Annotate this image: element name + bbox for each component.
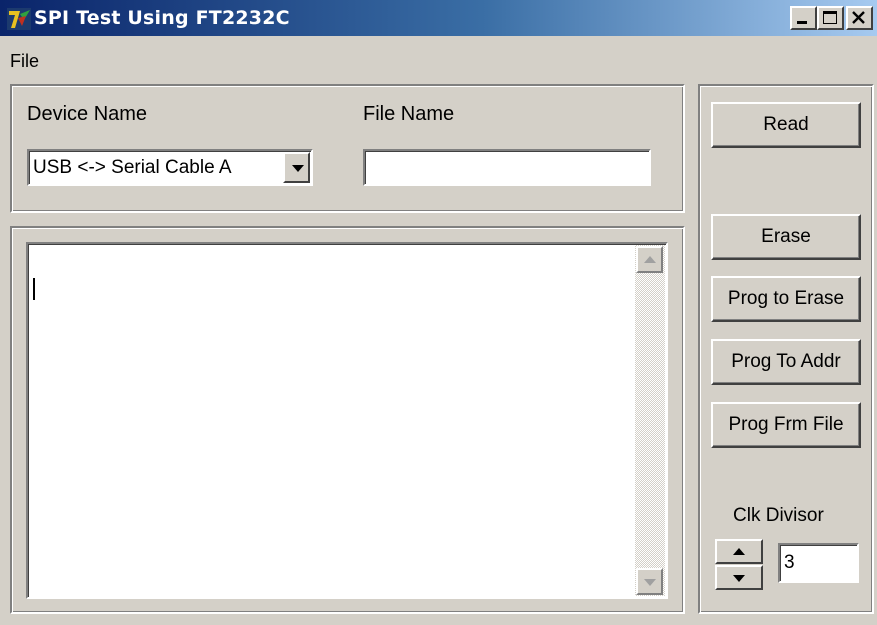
- device-name-select[interactable]: USB <-> Serial Cable A: [27, 149, 313, 186]
- close-icon: [852, 11, 865, 24]
- device-dropdown-button[interactable]: [283, 152, 310, 183]
- scroll-up-icon: [644, 256, 656, 263]
- file-name-input[interactable]: [363, 149, 651, 186]
- scroll-up-button[interactable]: [636, 246, 663, 273]
- text-caret: [33, 278, 35, 300]
- prog-to-addr-button[interactable]: Prog To Addr: [711, 339, 861, 385]
- window-title: SPI Test Using FT2232C: [34, 7, 290, 29]
- arrow-down-icon: [733, 575, 745, 582]
- read-button[interactable]: Read: [711, 102, 861, 148]
- menu-bar: File: [0, 38, 877, 78]
- delphi-icon: [7, 8, 31, 30]
- minimize-button[interactable]: [790, 6, 817, 30]
- clk-divisor-down-button[interactable]: [715, 565, 763, 590]
- menu-file[interactable]: File: [10, 51, 39, 72]
- maximize-button[interactable]: [817, 6, 844, 30]
- erase-button[interactable]: Erase: [711, 214, 861, 260]
- clk-divisor-input[interactable]: [778, 543, 859, 583]
- scroll-down-icon: [644, 579, 656, 586]
- maximize-icon: [823, 11, 837, 24]
- chevron-down-icon: [292, 165, 304, 172]
- prog-to-erase-button[interactable]: Prog to Erase: [711, 276, 861, 322]
- minimize-icon: [797, 21, 807, 24]
- clk-divisor-up-button[interactable]: [715, 539, 763, 564]
- arrow-up-icon: [733, 548, 745, 555]
- title-bar[interactable]: SPI Test Using FT2232C: [0, 0, 877, 36]
- output-textarea[interactable]: [26, 242, 668, 599]
- device-name-value: USB <-> Serial Cable A: [33, 157, 232, 178]
- device-name-label: Device Name: [27, 103, 148, 125]
- close-button[interactable]: [846, 6, 873, 30]
- vertical-scrollbar[interactable]: [635, 245, 665, 596]
- scroll-down-button[interactable]: [636, 568, 663, 595]
- clk-divisor-label: Clk Divisor: [733, 505, 824, 526]
- file-name-label: File Name: [363, 103, 455, 125]
- prog-frm-file-button[interactable]: Prog Frm File: [711, 402, 861, 448]
